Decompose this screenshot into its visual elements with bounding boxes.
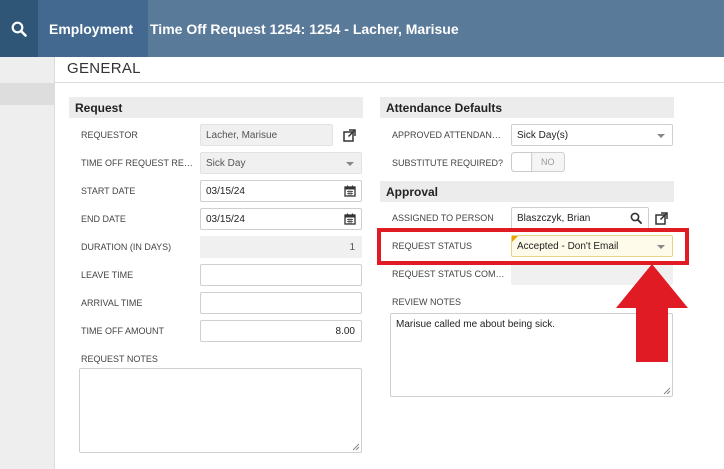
substitute-required-label: SUBSTITUTE REQUIRED? bbox=[392, 158, 504, 168]
requestor-label: REQUESTOR bbox=[81, 130, 138, 140]
substitute-required-value: NO bbox=[541, 157, 555, 167]
approved-attendance-select[interactable]: Sick Day(s) bbox=[511, 124, 673, 146]
highlight-arrow-icon bbox=[616, 264, 688, 362]
arrival-time-input[interactable] bbox=[200, 292, 362, 314]
attendance-section-header: Attendance Defaults bbox=[380, 97, 674, 118]
substitute-required-toggle[interactable]: NO bbox=[511, 152, 565, 172]
reason-value: Sick Day bbox=[206, 157, 246, 169]
highlight-box bbox=[377, 228, 689, 265]
assigned-to-value: Blaszczyk, Brian bbox=[517, 212, 591, 224]
approval-section-header: Approval bbox=[380, 181, 674, 202]
section-title-general: GENERAL bbox=[67, 60, 141, 77]
reason-label: TIME OFF REQUEST REAS... bbox=[81, 158, 196, 168]
external-link-icon bbox=[342, 128, 356, 142]
calendar-icon bbox=[344, 213, 356, 225]
resize-handle-icon[interactable] bbox=[352, 443, 360, 451]
sidebar-selected-item[interactable] bbox=[0, 83, 54, 105]
open-requestor-button[interactable] bbox=[338, 124, 360, 146]
divider bbox=[55, 82, 724, 83]
resize-handle-icon[interactable] bbox=[663, 387, 671, 395]
open-assigned-person-button[interactable] bbox=[650, 207, 672, 229]
end-date-input[interactable]: 03/15/24 bbox=[200, 208, 362, 230]
time-off-amount-input[interactable]: 8.00 bbox=[200, 320, 362, 342]
search-icon[interactable] bbox=[630, 212, 642, 224]
start-date-calendar-button[interactable] bbox=[339, 180, 361, 202]
request-notes-label: REQUEST NOTES bbox=[81, 354, 158, 364]
duration-label: DURATION (IN DAYS) bbox=[81, 242, 172, 252]
start-date-input[interactable]: 03/15/24 bbox=[200, 180, 362, 202]
arrival-time-label: ARRIVAL TIME bbox=[81, 298, 143, 308]
approved-attendance-value: Sick Day(s) bbox=[517, 129, 569, 141]
page-title: Time Off Request 1254: 1254 - Lacher, Ma… bbox=[150, 20, 459, 37]
assigned-to-label: ASSIGNED TO PERSON bbox=[392, 213, 494, 223]
request-status-completed-label: REQUEST STATUS COMPL... bbox=[392, 269, 506, 279]
toggle-knob bbox=[512, 153, 532, 171]
requestor-field: Lacher, Marisue bbox=[200, 124, 333, 146]
chevron-down-icon bbox=[657, 134, 665, 138]
approved-attendance-label: APPROVED ATTENDANCE ... bbox=[392, 130, 506, 140]
start-date-label: START DATE bbox=[81, 186, 136, 196]
search-button[interactable] bbox=[0, 0, 38, 57]
end-date-calendar-button[interactable] bbox=[339, 208, 361, 230]
reason-select[interactable]: Sick Day bbox=[200, 152, 362, 174]
end-date-label: END DATE bbox=[81, 214, 126, 224]
time-off-amount-label: TIME OFF AMOUNT bbox=[81, 326, 164, 336]
end-date-value: 03/15/24 bbox=[206, 213, 245, 225]
search-icon bbox=[11, 21, 27, 37]
breadcrumb-separator bbox=[136, 0, 148, 56]
top-bar: Employment Time Off Request 1254: 1254 -… bbox=[0, 0, 724, 57]
review-notes-value: Marisue called me about being sick. bbox=[396, 319, 555, 330]
calendar-icon bbox=[344, 185, 356, 197]
breadcrumb-employment[interactable]: Employment bbox=[38, 0, 148, 57]
chevron-down-icon bbox=[346, 162, 354, 166]
duration-value: 1 bbox=[200, 236, 362, 258]
external-link-icon bbox=[654, 211, 668, 225]
review-notes-label: REVIEW NOTES bbox=[392, 297, 462, 307]
assigned-to-input[interactable]: Blaszczyk, Brian bbox=[511, 207, 649, 229]
start-date-value: 03/15/24 bbox=[206, 185, 245, 197]
left-sidebar bbox=[0, 57, 55, 469]
leave-time-input[interactable] bbox=[200, 264, 362, 286]
request-notes-textarea[interactable] bbox=[79, 368, 362, 453]
request-section-header: Request bbox=[69, 97, 363, 118]
leave-time-label: LEAVE TIME bbox=[81, 270, 134, 280]
